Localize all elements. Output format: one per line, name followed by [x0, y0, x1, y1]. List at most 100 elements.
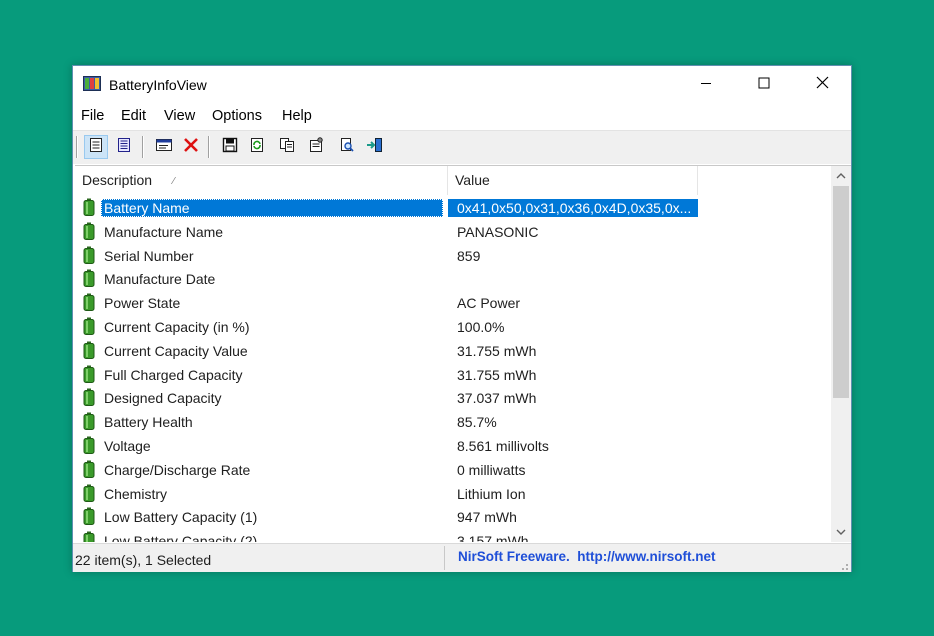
save-button[interactable]: [218, 135, 242, 159]
battery-log-mode-button[interactable]: [112, 135, 136, 159]
find-button[interactable]: [335, 135, 359, 159]
row-value: AC Power: [457, 295, 521, 312]
list-item[interactable]: Manufacture Name PANASONIC: [75, 220, 831, 244]
maximize-icon: [758, 76, 770, 94]
battery-log-icon: [116, 137, 132, 158]
resize-grip-icon[interactable]: [837, 558, 849, 570]
row-description: Power State: [104, 295, 181, 312]
chevron-up-icon: [836, 167, 846, 185]
battery-icon: [83, 412, 95, 431]
battery-icon: [83, 388, 95, 407]
toolbar-separator: [142, 136, 144, 158]
main-window: BatteryInfoView File Edit View Options H…: [72, 65, 852, 572]
row-description: Full Charged Capacity: [104, 366, 243, 383]
row-value: 0x41,0x50,0x31,0x36,0x4D,0x35,0x...: [457, 200, 692, 216]
battery-info-icon: [88, 137, 104, 158]
properties-icon: [155, 137, 173, 158]
battery-info-mode-button[interactable]: [84, 135, 108, 159]
list-item[interactable]: Low Battery Capacity (1) 947 mWh: [75, 505, 831, 529]
list-header: Description ⁄ Value: [75, 166, 831, 195]
app-battery-icon: [83, 76, 101, 91]
battery-info-list[interactable]: Description ⁄ Value Battery Name 0x41,0x5…: [75, 165, 851, 542]
toolbar: [73, 130, 851, 164]
delete-icon: [183, 137, 199, 158]
close-icon: [816, 76, 829, 94]
battery-icon: [83, 341, 95, 359]
properties-button[interactable]: [152, 135, 176, 159]
column-header-description[interactable]: Description ⁄: [75, 166, 448, 195]
scroll-down-button[interactable]: [831, 522, 851, 542]
options-icon: [308, 136, 324, 158]
toolbar-separator: [76, 136, 78, 158]
list-item[interactable]: Current Capacity Value 31.755 mWh: [75, 339, 831, 363]
row-description: Serial Number: [104, 247, 194, 264]
battery-icon: [83, 246, 95, 264]
scroll-thumb[interactable]: [833, 186, 849, 398]
battery-icon: [83, 531, 95, 542]
battery-icon: [83, 484, 95, 502]
menu-bar: File Edit View Options Help: [73, 104, 851, 130]
save-icon: [222, 137, 238, 158]
html-report-button[interactable]: [304, 135, 328, 159]
copy-icon: [279, 137, 295, 158]
list-item[interactable]: Low Battery Capacity (2) 3.157 mWh: [75, 529, 831, 542]
battery-icon: [83, 460, 95, 478]
title-bar[interactable]: BatteryInfoView: [73, 66, 851, 104]
list-item[interactable]: Power State AC Power: [75, 291, 831, 315]
column-header-description-label: Description: [82, 172, 153, 188]
row-value: Lithium Ion: [457, 485, 526, 502]
row-description: Voltage: [104, 438, 151, 454]
row-value: 3.157 mWh: [457, 533, 529, 542]
copy-button[interactable]: [275, 135, 299, 159]
chevron-down-icon: [836, 523, 846, 541]
delete-button[interactable]: [179, 135, 203, 159]
list-item[interactable]: Manufacture Date: [75, 267, 831, 291]
list-item[interactable]: Full Charged Capacity 31.755 mWh: [75, 363, 831, 387]
battery-icon: [83, 222, 95, 240]
battery-icon: [83, 198, 95, 216]
column-header-value[interactable]: Value: [448, 166, 698, 195]
status-divider: [444, 546, 445, 570]
row-description: Battery Name: [101, 199, 443, 217]
list-item[interactable]: Battery Name 0x41,0x50,0x31,0x36,0x4D,0x3…: [75, 196, 831, 220]
close-button[interactable]: [793, 66, 851, 104]
list-item[interactable]: Voltage 8.561 millivolts: [75, 434, 831, 458]
list-rows: Battery Name 0x41,0x50,0x31,0x36,0x4D,0x3…: [75, 196, 831, 542]
menu-help[interactable]: Help: [282, 108, 312, 124]
row-description: Chemistry: [104, 485, 168, 502]
menu-options[interactable]: Options: [212, 108, 262, 124]
row-description: Designed Capacity: [104, 390, 222, 407]
row-description: Manufacture Name: [104, 223, 224, 240]
nirsoft-link[interactable]: NirSoft Freeware. http://www.nirsoft.net: [458, 549, 716, 564]
scroll-up-button[interactable]: [831, 166, 851, 186]
row-description: Battery Health: [104, 414, 193, 431]
battery-icon: [83, 365, 95, 383]
row-description: Manufacture Date: [104, 271, 216, 288]
row-value: 37.037 mWh: [457, 390, 537, 407]
list-item[interactable]: Serial Number 859: [75, 244, 831, 268]
refresh-icon: [249, 137, 265, 158]
row-description: Low Battery Capacity (1): [104, 509, 258, 526]
sort-indicator-icon: ⁄: [173, 176, 175, 187]
vertical-scrollbar[interactable]: [831, 166, 851, 542]
list-item[interactable]: Designed Capacity 37.037 mWh: [75, 386, 831, 410]
refresh-button[interactable]: [245, 135, 269, 159]
maximize-button[interactable]: [735, 66, 793, 104]
menu-view[interactable]: View: [164, 108, 195, 124]
battery-icon: [83, 507, 95, 526]
exit-icon: [366, 137, 384, 158]
row-value: 947 mWh: [457, 509, 517, 526]
minimize-button[interactable]: [677, 66, 735, 104]
menu-file[interactable]: File: [81, 108, 104, 124]
list-item[interactable]: Charge/Discharge Rate 0 milliwatts: [75, 458, 831, 482]
battery-icon: [83, 436, 95, 454]
menu-edit[interactable]: Edit: [121, 108, 146, 124]
row-description: Low Battery Capacity (2): [104, 533, 258, 542]
list-item[interactable]: Battery Health 85.7%: [75, 410, 831, 434]
exit-button[interactable]: [363, 135, 387, 159]
row-value: 859: [457, 247, 481, 264]
find-icon: [339, 137, 355, 158]
list-item[interactable]: Chemistry Lithium Ion: [75, 482, 831, 506]
row-description: Current Capacity Value: [104, 342, 248, 359]
list-item[interactable]: Current Capacity (in %) 100.0%: [75, 315, 831, 339]
